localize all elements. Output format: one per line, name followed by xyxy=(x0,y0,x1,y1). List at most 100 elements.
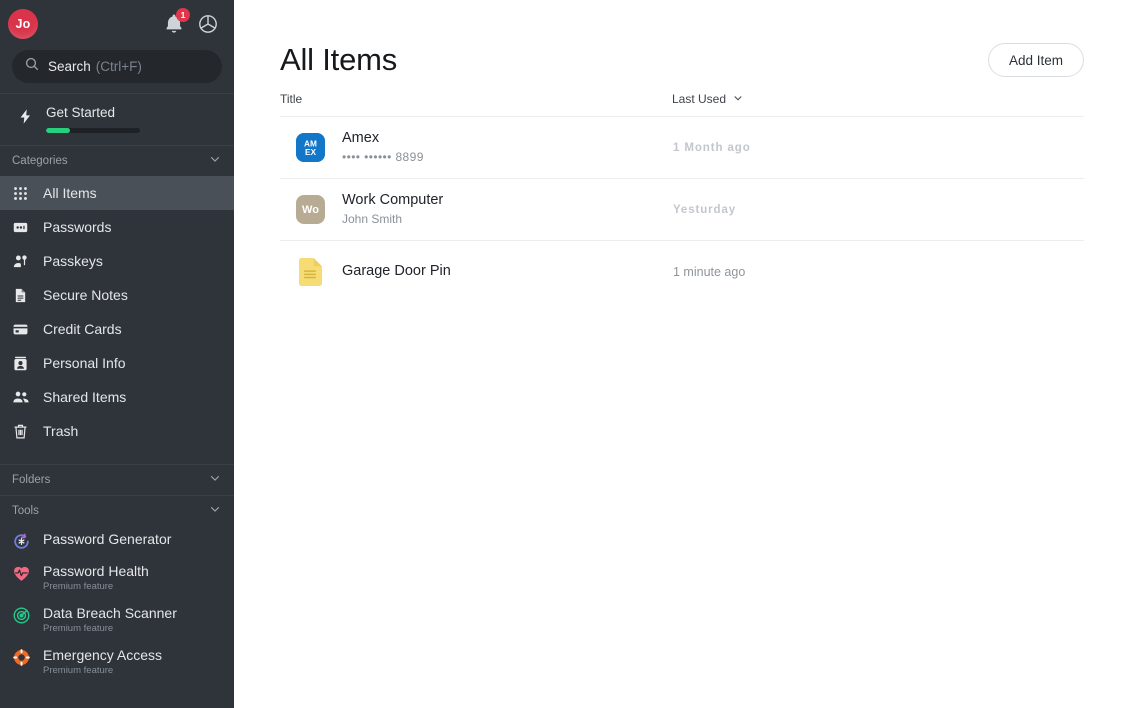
row-text: Work Computer John Smith xyxy=(325,191,673,228)
tool-item-sublabel: Premium feature xyxy=(43,581,114,592)
get-started-item[interactable]: Get Started xyxy=(0,94,234,145)
search-label: Search xyxy=(48,59,91,74)
secure-note-icon xyxy=(296,258,325,287)
tool-item-label: Password Health xyxy=(43,563,149,579)
grid-icon xyxy=(12,185,34,202)
notification-badge: 1 xyxy=(176,8,190,22)
avatar[interactable]: Jo xyxy=(8,9,38,39)
tool-item-body: Data Breach Scanner Premium feature xyxy=(34,604,177,635)
get-started-body: Get Started xyxy=(38,104,222,133)
sidebar-item-label: Passkeys xyxy=(43,253,103,269)
tool-item-label: Emergency Access xyxy=(43,647,163,663)
main-header: All Items Add Item xyxy=(280,0,1084,86)
get-started-progress-fill xyxy=(46,128,71,133)
page-title: All Items xyxy=(280,42,398,77)
row-title: Garage Door Pin xyxy=(342,263,451,279)
bolt-icon xyxy=(12,104,38,127)
svg-text:EX: EX xyxy=(305,147,317,157)
chevron-down-icon xyxy=(732,92,744,107)
row-icon: Wo xyxy=(280,195,325,224)
add-item-button[interactable]: Add Item xyxy=(987,43,1084,77)
people-icon xyxy=(12,388,34,406)
sidebar-item-label: Personal Info xyxy=(43,355,126,371)
notifications-button[interactable]: 1 xyxy=(161,8,190,37)
get-started-label: Get Started xyxy=(46,105,116,120)
passkey-icon xyxy=(12,253,34,270)
sidebar-item-label: Shared Items xyxy=(43,389,127,405)
sidebar-item-label: Secure Notes xyxy=(43,287,128,303)
trash-icon xyxy=(12,423,34,440)
sidebar-item-secure-notes[interactable]: Secure Notes xyxy=(0,278,234,312)
sidebar-item-label: All Items xyxy=(43,185,97,201)
tool-item-sublabel: Premium feature xyxy=(43,623,114,634)
row-title: Work Computer xyxy=(342,192,444,208)
tool-item-sublabel: Premium feature xyxy=(43,665,114,676)
main-content: All Items Add Item Title Last Used AM EX… xyxy=(234,0,1122,708)
sidebar-topbar: Jo 1 xyxy=(0,0,234,48)
row-subtitle: •••• •••••• 8899 xyxy=(342,150,424,164)
tool-item-data-breach-scanner[interactable]: Data Breach Scanner Premium feature xyxy=(0,598,234,640)
tool-item-body: Password Health Premium feature xyxy=(34,562,149,593)
sidebar-item-label: Trash xyxy=(43,423,79,439)
list-column-headers: Title Last Used xyxy=(280,86,1084,116)
id-card-icon xyxy=(12,355,34,372)
document-icon xyxy=(12,287,34,304)
categories-section-title: Categories xyxy=(12,155,68,167)
row-icon xyxy=(280,258,325,287)
sidebar: Jo 1 Search (Ctrl+F) Get Started Categor… xyxy=(0,0,234,708)
search-area: Search (Ctrl+F) xyxy=(0,48,234,93)
sidebar-item-shared-items[interactable]: Shared Items xyxy=(0,380,234,414)
settings-button[interactable] xyxy=(196,12,220,36)
chevron-down-icon[interactable] xyxy=(208,152,222,171)
sidebar-item-passwords[interactable]: Passwords xyxy=(0,210,234,244)
table-row[interactable]: AM EX Amex •••• •••••• 8899 1 Month ago xyxy=(280,117,1084,179)
search-icon xyxy=(24,56,40,77)
search-input[interactable]: Search (Ctrl+F) xyxy=(12,50,222,83)
search-shortcut-hint: (Ctrl+F) xyxy=(95,59,142,74)
sidebar-item-passkeys[interactable]: Passkeys xyxy=(0,244,234,278)
chevron-down-icon[interactable] xyxy=(208,502,222,521)
get-started-progress xyxy=(46,128,140,133)
sidebar-item-credit-cards[interactable]: Credit Cards xyxy=(0,312,234,346)
tools-section-header[interactable]: Tools xyxy=(0,496,234,526)
tool-item-label: Password Generator xyxy=(43,531,172,547)
table-row[interactable]: Garage Door Pin 1 minute ago xyxy=(280,241,1084,303)
tool-item-password-health[interactable]: Password Health Premium feature xyxy=(0,556,234,598)
folders-section-title: Folders xyxy=(12,474,51,486)
tools-section-title: Tools xyxy=(12,505,39,517)
column-header-title: Title xyxy=(280,92,303,106)
column-header-last-used[interactable]: Last Used xyxy=(672,92,744,107)
sidebar-item-trash[interactable]: Trash xyxy=(0,414,234,448)
tool-item-password-generator[interactable]: Password Generator xyxy=(0,526,234,556)
sidebar-item-label: Credit Cards xyxy=(43,321,122,337)
tool-item-emergency-access[interactable]: Emergency Access Premium feature xyxy=(0,640,234,682)
column-header-last-used-label: Last Used xyxy=(672,92,727,106)
heart-pulse-icon xyxy=(12,562,34,583)
tool-item-label: Data Breach Scanner xyxy=(43,605,177,621)
chevron-down-icon[interactable] xyxy=(208,471,222,490)
gear-icon xyxy=(196,15,220,40)
tool-item-body: Password Generator xyxy=(34,530,171,549)
radar-target-icon xyxy=(12,604,34,625)
row-timestamp: 1 minute ago xyxy=(673,265,746,279)
sidebar-item-all-items[interactable]: All Items xyxy=(0,176,234,210)
row-timestamp: 1 Month ago xyxy=(673,141,751,154)
sidebar-item-personal-info[interactable]: Personal Info xyxy=(0,346,234,380)
items-list: AM EX Amex •••• •••••• 8899 1 Month ago … xyxy=(280,116,1084,303)
table-row[interactable]: Wo Work Computer John Smith Yesturday xyxy=(280,179,1084,241)
sidebar-item-label: Passwords xyxy=(43,219,112,235)
work-computer-avatar: Wo xyxy=(296,195,325,224)
row-title: Amex xyxy=(342,130,380,146)
amex-card-icon: AM EX xyxy=(296,133,325,162)
row-subtitle: John Smith xyxy=(342,212,403,226)
password-generator-icon xyxy=(12,530,34,551)
life-ring-icon xyxy=(12,646,34,667)
row-timestamp: Yesturday xyxy=(673,203,737,216)
row-icon: AM EX xyxy=(280,133,325,162)
folders-section-header[interactable]: Folders xyxy=(0,465,234,495)
credit-card-icon xyxy=(12,321,34,338)
password-icon xyxy=(12,219,34,236)
row-text: Amex •••• •••••• 8899 xyxy=(325,129,673,166)
categories-section-header[interactable]: Categories xyxy=(0,146,234,176)
tool-item-body: Emergency Access Premium feature xyxy=(34,646,162,677)
